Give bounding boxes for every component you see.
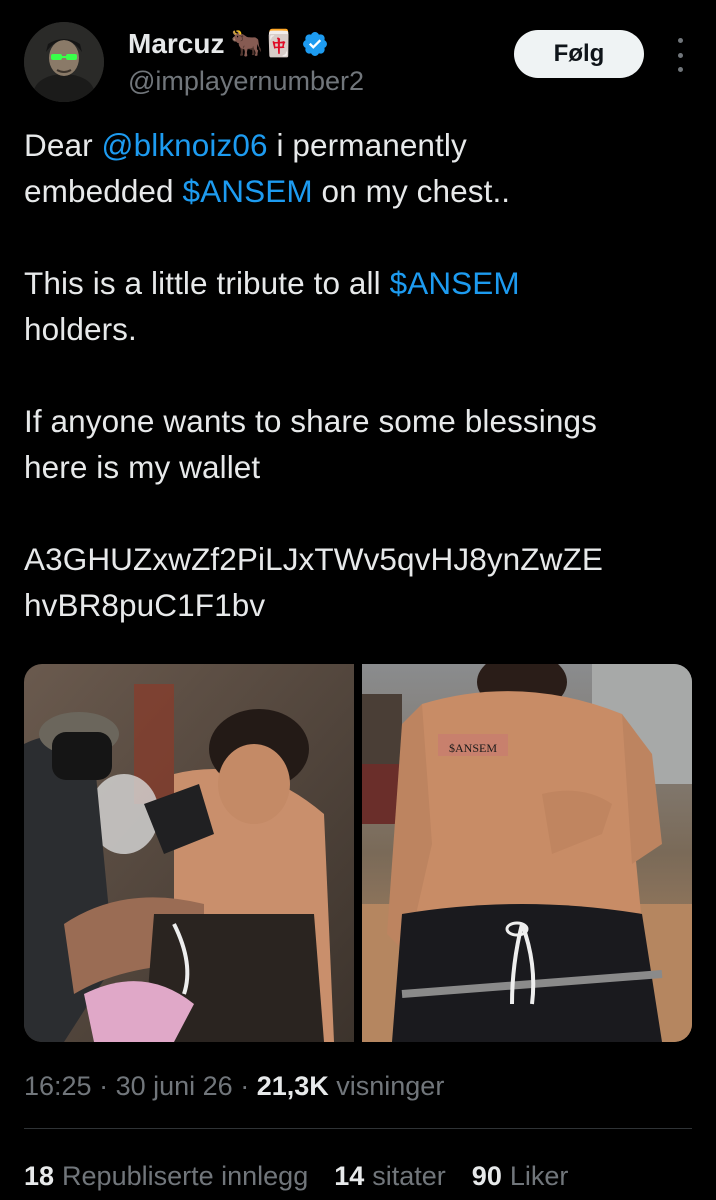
text-segment: embedded bbox=[24, 173, 183, 209]
reposts-stat[interactable]: 18 Republiserte innlegg bbox=[24, 1156, 308, 1196]
views-label: visninger bbox=[328, 1071, 445, 1101]
quotes-label: sitater bbox=[372, 1161, 446, 1191]
name-emoji: 🐂🀄 bbox=[230, 29, 296, 59]
separator: · bbox=[232, 1071, 257, 1101]
cashtag-link[interactable]: $ANSEM bbox=[390, 265, 520, 301]
tweet-date[interactable]: 30 juni 26 bbox=[116, 1071, 233, 1101]
cashtag-link[interactable]: $ANSEM bbox=[183, 173, 313, 209]
wallet-address-line: A3GHUZxwZf2PiLJxTWv5qvHJ8ynZwZE bbox=[24, 541, 603, 577]
views-count: 21,3K bbox=[256, 1071, 329, 1101]
text-segment: on my chest.. bbox=[312, 173, 511, 209]
quotes-count: 14 bbox=[334, 1161, 365, 1191]
likes-count: 90 bbox=[471, 1161, 502, 1191]
tweet-time[interactable]: 16:25 bbox=[24, 1071, 92, 1101]
tweet-meta: 16:25 · 30 juni 26 · 21,3K visninger bbox=[24, 1066, 444, 1106]
tweet-text: Dear @blknoiz06 i permanently embedded $… bbox=[24, 122, 696, 628]
tweet-header: Marcuz 🐂🀄 @implayernumber2 Følg bbox=[24, 22, 692, 102]
mention-link[interactable]: @blknoiz06 bbox=[102, 127, 268, 163]
engagement-stats: 18 Republiserte innlegg 14 sitater 90 Li… bbox=[24, 1156, 568, 1196]
divider bbox=[24, 1128, 692, 1129]
tattoo-text: $ANSEM bbox=[449, 741, 497, 755]
media-photo-tattooing[interactable] bbox=[24, 664, 354, 1042]
reposts-count: 18 bbox=[24, 1161, 55, 1191]
avatar-image bbox=[24, 22, 104, 102]
text-segment: i permanently bbox=[267, 127, 467, 163]
wallet-address-line: hvBR8puC1F1bv bbox=[24, 587, 266, 623]
author-name-row: Marcuz 🐂🀄 bbox=[128, 26, 329, 62]
more-vertical-icon[interactable] bbox=[672, 38, 688, 72]
display-name[interactable]: Marcuz bbox=[128, 26, 224, 62]
tweet-line: If anyone wants to share some blessings bbox=[24, 403, 597, 439]
tweet-line: embedded $ANSEM on my chest.. bbox=[24, 168, 696, 214]
reposts-label: Republiserte innlegg bbox=[62, 1161, 309, 1191]
author-handle[interactable]: @implayernumber2 bbox=[128, 64, 364, 98]
text-segment: Dear bbox=[24, 127, 102, 163]
tweet-line: here is my wallet bbox=[24, 449, 261, 485]
media-grid: $ANSEM bbox=[24, 664, 692, 1042]
quotes-stat[interactable]: 14 sitater bbox=[334, 1156, 446, 1196]
likes-stat[interactable]: 90 Liker bbox=[472, 1156, 569, 1196]
media-photo-tattoo-result[interactable]: $ANSEM bbox=[362, 664, 692, 1042]
likes-label: Liker bbox=[509, 1161, 569, 1191]
tweet-line: This is a little tribute to all $ANSEM bbox=[24, 260, 696, 306]
tweet-line: holders. bbox=[24, 311, 137, 347]
separator: · bbox=[91, 1071, 116, 1101]
verified-badge-icon bbox=[301, 30, 329, 58]
follow-button[interactable]: Følg bbox=[514, 30, 644, 78]
text-segment: This is a little tribute to all bbox=[24, 265, 390, 301]
tweet-line: Dear @blknoiz06 i permanently bbox=[24, 122, 696, 168]
avatar[interactable] bbox=[24, 22, 104, 102]
